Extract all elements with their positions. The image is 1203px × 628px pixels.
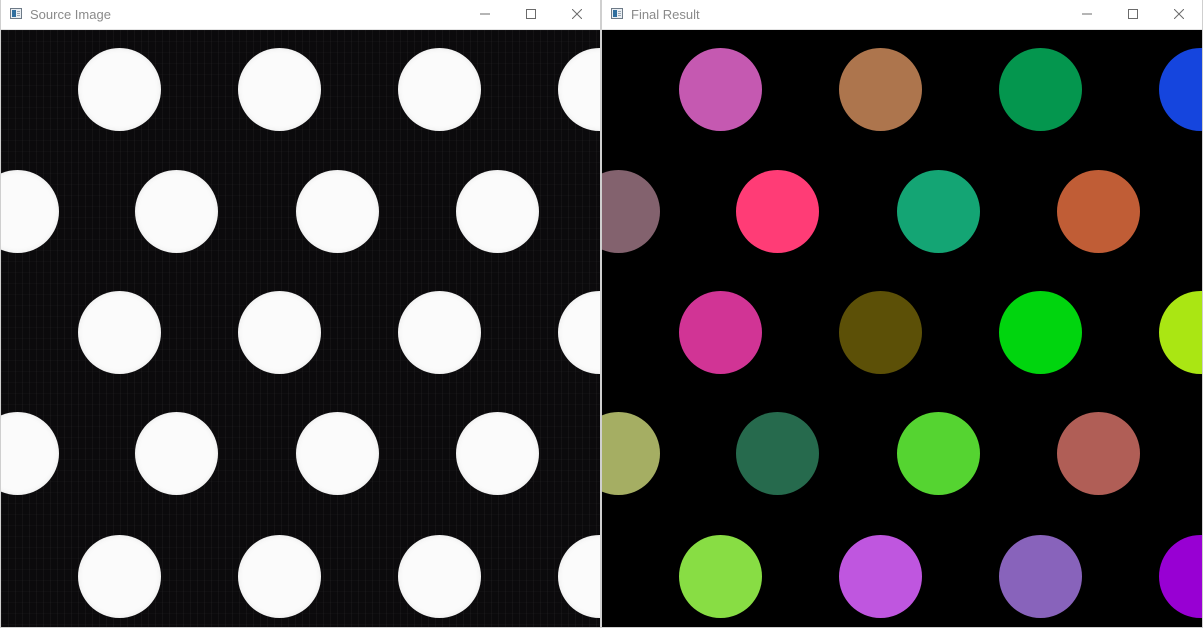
source-dot-15 [295,411,379,495]
result-dot-13 [602,411,660,495]
minimize-icon [480,13,490,15]
source-dot-10 [237,290,321,374]
result-dot-20 [1158,534,1202,618]
close-icon [1174,9,1184,19]
final-result-window: Final Result [601,0,1203,628]
source-dot-4 [557,47,600,131]
result-dot-5 [602,169,660,253]
source-dot-8 [455,169,539,253]
source-dot-16 [455,411,539,495]
result-dot-3 [998,47,1082,131]
result-dot-2 [838,47,922,131]
source-dot-7 [295,169,379,253]
minimize-icon [1082,13,1092,15]
source-dot-1 [77,47,161,131]
close-icon [572,9,582,19]
window-title: Source Image [30,7,111,22]
result-dot-12 [1158,290,1202,374]
minimize-button[interactable] [462,0,508,29]
result-dot-15 [896,411,980,495]
result-dot-14 [735,411,819,495]
result-dot-17 [678,534,762,618]
result-dot-10 [838,290,922,374]
source-dot-2 [237,47,321,131]
result-dot-8 [1056,169,1140,253]
result-dot-19 [998,534,1082,618]
maximize-icon [1128,9,1138,19]
source-dot-14 [134,411,218,495]
source-dot-3 [397,47,481,131]
app-icon [611,8,623,19]
source-image-window: Source Image [0,0,601,628]
window-title: Final Result [631,7,700,22]
result-dot-18 [838,534,922,618]
result-dot-7 [896,169,980,253]
result-dot-4 [1158,47,1202,131]
result-dot-9 [678,290,762,374]
source-dot-6 [134,169,218,253]
close-button[interactable] [554,0,600,29]
final-result-image [602,30,1202,627]
source-image [1,30,600,627]
maximize-button[interactable] [1110,0,1156,29]
close-button[interactable] [1156,0,1202,29]
titlebar[interactable]: Source Image [1,0,600,30]
source-dot-5 [1,169,59,253]
titlebar[interactable]: Final Result [602,0,1202,30]
source-dot-12 [557,290,600,374]
result-dot-16 [1056,411,1140,495]
result-dot-6 [735,169,819,253]
maximize-button[interactable] [508,0,554,29]
result-dot-1 [678,47,762,131]
result-dot-11 [998,290,1082,374]
minimize-button[interactable] [1064,0,1110,29]
source-dot-18 [237,534,321,618]
source-dot-19 [397,534,481,618]
source-dot-11 [397,290,481,374]
maximize-icon [526,9,536,19]
source-dot-17 [77,534,161,618]
source-dot-20 [557,534,600,618]
source-dot-13 [1,411,59,495]
source-dot-9 [77,290,161,374]
app-icon [10,8,22,19]
